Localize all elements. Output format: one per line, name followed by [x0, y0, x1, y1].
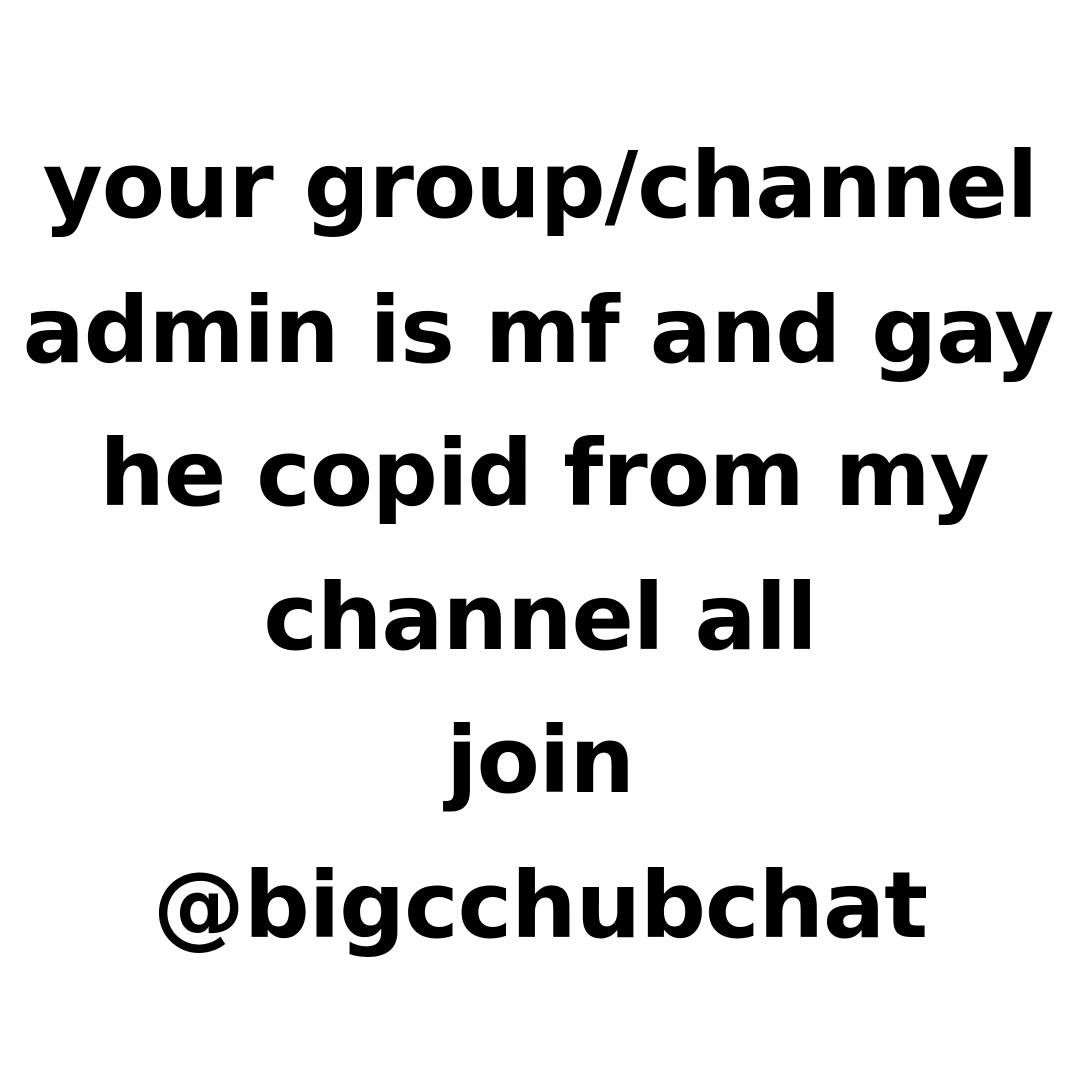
text-line-1: your group/channel	[42, 132, 1039, 239]
text-line-3: he copid from my	[99, 420, 989, 527]
text-line-4: channel all	[263, 564, 817, 671]
poster: your group/channel admin is mf and gay h…	[0, 0, 1080, 1080]
text-line-5: join	[446, 707, 635, 814]
text-line-2: admin is mf and gay	[22, 277, 1055, 384]
channel-handle: @bigcchubchat	[152, 852, 928, 959]
